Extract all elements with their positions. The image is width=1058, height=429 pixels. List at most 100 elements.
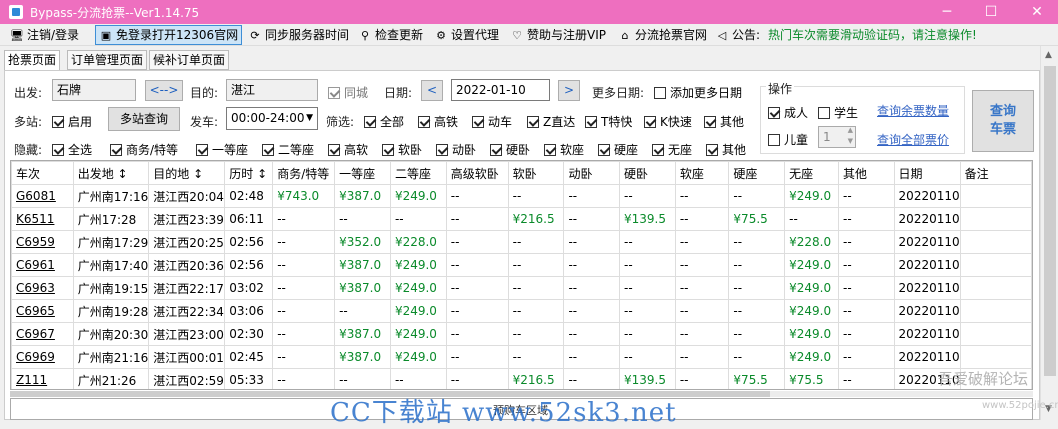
hide-first-class-checkbox[interactable]: 一等座 [196,141,248,158]
table-cell: ¥387.0 [334,253,391,277]
enable-multistation-checkbox[interactable]: 启用 [52,113,92,130]
filter-other-checkbox[interactable]: 其他 [704,113,744,130]
column-header[interactable]: 硬卧 [619,161,676,185]
train-number-link[interactable]: G6081 [11,184,74,208]
filter-all-checkbox[interactable]: 全部 [364,113,404,130]
train-number-link[interactable]: Z111 [11,368,74,389]
table-row[interactable]: C6965 广州南19:28 湛江西22:34 03:06 -- -- ¥249.0 -- --… [11,299,1032,323]
train-number-link[interactable]: C6965 [11,299,74,323]
swap-button[interactable]: <--> [145,80,183,101]
adult-checkbox[interactable]: 成人 [768,104,808,121]
close-button[interactable]: ✕ [1022,2,1052,22]
column-header[interactable]: 二等座 [389,161,447,185]
table-cell: -- [334,299,391,323]
hide-wuzuo-checkbox[interactable]: 无座 [652,141,692,158]
tab-waitlist[interactable]: 候补订单页面 [149,50,230,70]
train-number-link[interactable]: C6967 [11,322,74,346]
hide-dongwo-checkbox[interactable]: 动卧 [436,141,476,158]
multistation-query-button[interactable]: 多站查询 [108,107,180,131]
table-row[interactable]: Z111 广州21:26 湛江西02:59 05:33 -- -- -- -- ¥216.5 --… [11,368,1032,389]
scrollbar-thumb[interactable] [1044,66,1056,376]
filter-z-checkbox[interactable]: Z直达 [527,113,575,130]
column-header[interactable]: 出发地 ↕ [72,161,150,185]
query-remaining-link[interactable]: 查询余票数量 [877,102,949,119]
child-checkbox[interactable]: 儿童 [768,131,808,148]
depart-time-select[interactable]: 00:00-24:00 ▼ [226,107,318,130]
table-cell: 广州南17:40 [72,253,150,277]
table-row[interactable]: C6961 广州南17:40 湛江西20:36 02:56 -- ¥387.0 ¥249.0… [11,253,1032,277]
table-cell: -- [563,207,620,231]
column-header[interactable]: 软座 [674,161,730,185]
column-header[interactable]: 历时 ↕ [224,161,274,185]
check-update-button[interactable]: ⚲ 检查更新 [358,26,423,44]
table-row[interactable]: G6081 广州南17:16 湛江西20:04 02:48 ¥743.0 ¥387.0 ¥2… [11,184,1032,208]
column-header[interactable]: 备注 [959,161,1032,185]
student-checkbox[interactable]: 学生 [818,104,858,121]
column-header[interactable]: 一等座 [334,161,391,185]
query-tickets-button[interactable]: 查询 车票 [972,90,1034,152]
table-row[interactable]: C6969 广州南21:16 湛江西00:01 02:45 -- ¥387.0 ¥249.0… [11,345,1032,369]
train-number-link[interactable]: K6511 [11,207,74,231]
filter-k-checkbox[interactable]: K快速 [644,113,692,130]
sponsor-vip-button[interactable]: ♡ 赞助与注册VIP [510,26,606,44]
official-site-button[interactable]: ⌂ 分流抢票官网 [618,26,708,44]
maximize-button[interactable]: ☐ [976,2,1006,22]
filter-t-checkbox[interactable]: T特快 [585,113,632,130]
train-number-link[interactable]: C6961 [11,253,74,277]
column-header[interactable]: 其他 [838,161,895,185]
table-cell: -- [838,322,895,346]
same-city-checkbox[interactable]: 同城 [328,84,368,101]
column-header[interactable]: 无座 [784,161,840,185]
hide-all-checkbox[interactable]: 全选 [52,141,92,158]
hide-gaoruan-checkbox[interactable]: 高软 [328,141,368,158]
add-more-dates-checkbox[interactable]: 添加更多日期 [654,84,742,101]
column-header[interactable]: 硬座 [728,161,786,185]
table-row[interactable]: C6967 广州南20:30 湛江西23:00 02:30 -- ¥387.0 ¥249.0… [11,322,1032,346]
column-header[interactable]: 软卧 [507,161,565,185]
scroll-up-icon[interactable]: ▲ [1045,50,1052,60]
table-row[interactable]: K6511 广州17:28 湛江西23:39 06:11 -- -- -- -- ¥216.5-… [11,207,1032,231]
hide-yingzuo-checkbox[interactable]: 硬座 [598,141,638,158]
hide-yingwo-checkbox[interactable]: 硬卧 [490,141,530,158]
hide-ruanzuo-checkbox[interactable]: 软座 [544,141,584,158]
table-cell: 湛江西00:01 [148,345,226,369]
table-cell: 20220110 [893,253,961,277]
hide-business-checkbox[interactable]: 商务/特等 [110,141,178,158]
column-header[interactable]: 高级软卧 [445,161,509,185]
train-number-link[interactable]: C6959 [11,230,74,254]
table-cell: ¥249.0 [784,322,840,346]
column-header[interactable]: 日期 [893,161,961,185]
child-count-stepper[interactable]: 1 ▲ ▼ [818,126,856,148]
table-row[interactable]: C6963 广州南19:15 湛江西22:17 03:02 -- ¥387.0 ¥249.0… [11,276,1032,300]
table-cell: -- [507,184,565,208]
sync-time-button[interactable]: ⟳ 同步服务器时间 [248,26,349,44]
announcement-button[interactable]: ◁ 公告: [715,26,760,44]
set-proxy-button[interactable]: ⚙ 设置代理 [434,26,499,44]
open-12306-button[interactable]: ▣ 免登录打开12306官网 [95,25,243,45]
query-prices-link[interactable]: 查询全部票价 [877,131,949,148]
filter-dongche-checkbox[interactable]: 动车 [472,113,512,130]
train-number-link[interactable]: C6963 [11,276,74,300]
table-row[interactable]: C6959 广州南17:29 湛江西20:25 02:56 -- ¥352.0 ¥228.0… [11,230,1032,254]
column-header[interactable]: 商务/特等 [272,161,336,185]
train-number-link[interactable]: C6969 [11,345,74,369]
tab-grab-tickets[interactable]: 抢票页面 [4,50,61,71]
date-next-button[interactable]: > [558,80,580,101]
hide-ruanwo-checkbox[interactable]: 软卧 [382,141,422,158]
hide-other-checkbox[interactable]: 其他 [706,141,746,158]
table-cell: -- [838,230,895,254]
tab-orders[interactable]: 订单管理页面 [67,50,148,70]
logout-login-button[interactable]: 🖥 注销/登录 [10,26,79,44]
date-input[interactable]: 2022-01-10 [451,79,550,101]
column-header[interactable]: 目的地 ↕ [148,161,226,185]
date-prev-button[interactable]: < [421,80,443,101]
to-input[interactable]: 湛江 [226,79,318,101]
hide-second-class-checkbox[interactable]: 二等座 [262,141,314,158]
column-header[interactable]: 动卧 [563,161,620,185]
filter-gaotie-checkbox[interactable]: 高铁 [418,113,458,130]
column-header[interactable]: 车次 [11,161,74,185]
window-title: Bypass-分流抢票--Ver1.14.75 [30,6,200,20]
minimize-button[interactable]: ─ [932,2,962,22]
from-input[interactable]: 石牌 [52,79,136,101]
vertical-scrollbar[interactable]: ▲ ▼ [1040,46,1058,420]
